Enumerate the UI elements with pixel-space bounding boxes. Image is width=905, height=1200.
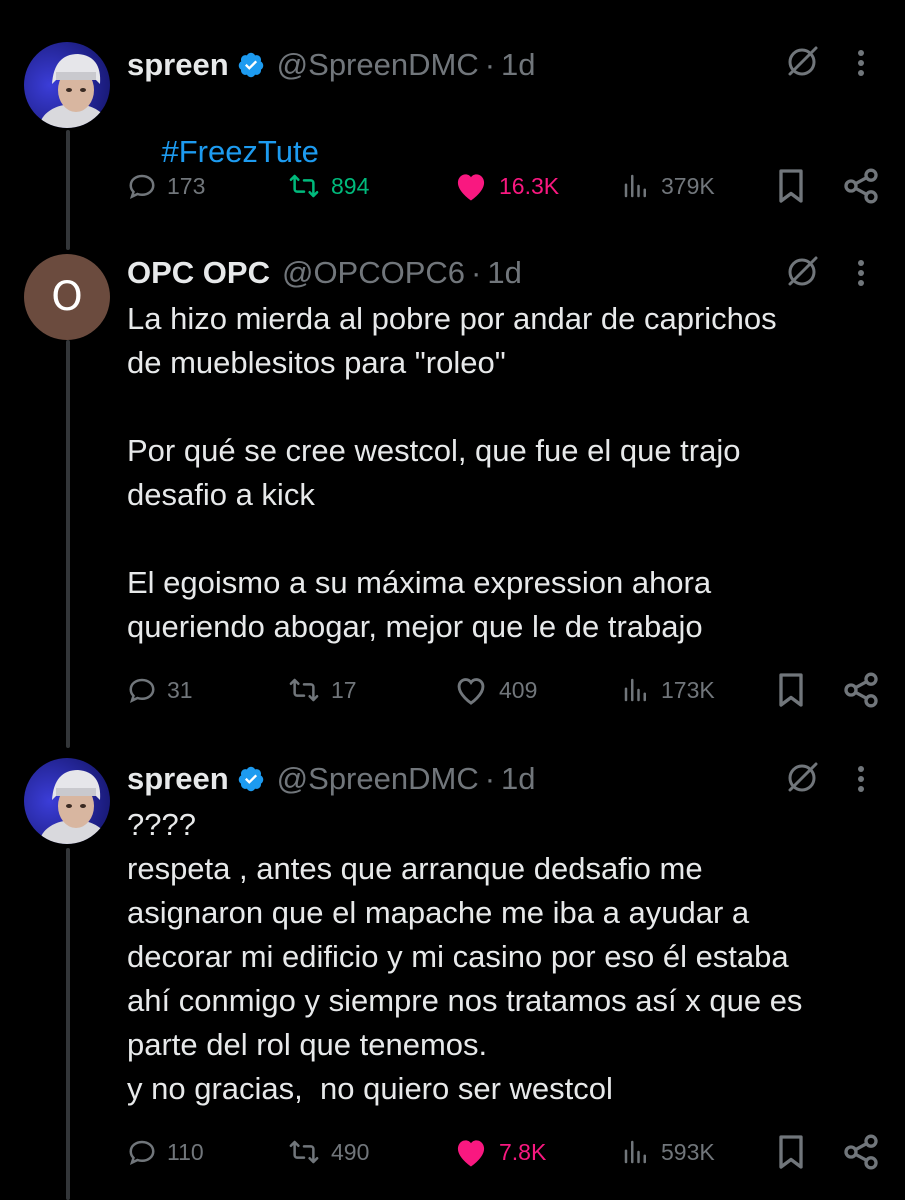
heart-icon — [457, 1140, 485, 1167]
user-handle[interactable]: @OPCOPC6 — [282, 255, 465, 291]
retweet-button[interactable]: 894 — [287, 164, 369, 208]
views-bar-chart-icon — [624, 1140, 646, 1164]
tweet-actions: 31 17 409 173K — [127, 668, 887, 712]
like-count: 16.3K — [499, 172, 560, 199]
share-icon[interactable] — [841, 166, 881, 206]
timestamp[interactable]: 1d — [501, 761, 535, 797]
timestamp[interactable]: 1d — [487, 255, 521, 291]
retweet-icon — [289, 1140, 319, 1164]
retweet-icon — [289, 678, 319, 702]
views-button[interactable]: 173K — [621, 668, 715, 712]
like-button[interactable]: 409 — [453, 668, 537, 712]
view-count: 379K — [661, 172, 715, 199]
bookmark-icon[interactable] — [771, 166, 811, 206]
bookmark-icon[interactable] — [771, 1132, 811, 1172]
more-vertical-icon[interactable] — [846, 46, 876, 80]
grok-icon[interactable] — [784, 44, 820, 80]
reply-count: 110 — [167, 1138, 204, 1165]
separator-dot: · — [484, 47, 496, 82]
views-bar-chart-icon — [624, 678, 646, 702]
reply-bubble-icon — [129, 678, 155, 703]
tweet-header: spreen @SpreenDMC · 1d — [127, 42, 536, 88]
views-button[interactable]: 593K — [621, 1130, 715, 1174]
tweet-text: La hizo mierda al pobre por andar de cap… — [127, 301, 777, 644]
reply-count: 31 — [167, 676, 193, 703]
verified-badge-icon — [238, 766, 263, 792]
avatar[interactable] — [24, 758, 110, 844]
reply-bubble-icon — [129, 1140, 155, 1165]
reply-button[interactable]: 173 — [127, 164, 205, 208]
like-button[interactable]: 16.3K — [453, 164, 559, 208]
avatar[interactable] — [24, 42, 110, 128]
tweet-actions: 110 490 7.8K 593K — [127, 1130, 887, 1174]
profile-photo — [24, 42, 110, 128]
grok-icon[interactable] — [784, 760, 820, 796]
retweet-button[interactable]: 490 — [287, 1130, 369, 1174]
like-button[interactable]: 7.8K — [453, 1130, 546, 1174]
views-bar-chart-icon — [624, 174, 646, 198]
tweet[interactable]: spreen @SpreenDMC · 1d ???? respeta , an… — [0, 756, 905, 1196]
share-icon[interactable] — [841, 1132, 881, 1172]
tweet-header: OPC OPC @OPCOPC6 · 1d — [127, 250, 522, 296]
reply-button[interactable]: 31 — [127, 668, 193, 712]
retweet-count: 490 — [331, 1138, 370, 1165]
retweet-count: 894 — [331, 172, 370, 199]
like-count: 409 — [499, 676, 538, 703]
heart-icon — [457, 678, 485, 705]
display-name[interactable]: OPC OPC — [127, 255, 270, 291]
display-name[interactable]: spreen — [127, 47, 229, 83]
tweet[interactable]: O OPC OPC @OPCOPC6 · 1d La hizo mierda a… — [0, 250, 905, 720]
bookmark-icon[interactable] — [771, 670, 811, 710]
like-count: 7.8K — [499, 1138, 547, 1165]
avatar[interactable]: O — [24, 254, 110, 340]
verified-badge-icon — [238, 52, 263, 78]
view-count: 593K — [661, 1138, 715, 1165]
display-name[interactable]: spreen — [127, 761, 229, 797]
view-count: 173K — [661, 676, 715, 703]
retweet-icon — [289, 174, 319, 198]
heart-icon — [457, 174, 485, 201]
retweet-count: 17 — [331, 676, 357, 703]
timestamp[interactable]: 1d — [501, 47, 535, 83]
retweet-button[interactable]: 17 — [287, 668, 357, 712]
tweet-text: ???? respeta , antes que arranque dedsaf… — [127, 807, 803, 1106]
tweet-header: spreen @SpreenDMC · 1d — [127, 756, 536, 802]
separator-dot: · — [484, 761, 496, 796]
more-vertical-icon[interactable] — [846, 762, 876, 796]
avatar-letter: O — [51, 274, 83, 320]
profile-photo — [24, 758, 110, 844]
reply-button[interactable]: 110 — [127, 1130, 204, 1174]
views-button[interactable]: 379K — [621, 164, 715, 208]
more-vertical-icon[interactable] — [846, 256, 876, 290]
grok-icon[interactable] — [784, 254, 820, 290]
separator-dot: · — [471, 255, 482, 290]
tweet[interactable]: spreen @SpreenDMC · 1d #FreezTute 173 89… — [0, 40, 905, 240]
share-icon[interactable] — [841, 670, 881, 710]
user-handle[interactable]: @SpreenDMC — [277, 47, 479, 83]
reply-count: 173 — [167, 172, 206, 199]
tweet-actions: 173 894 16.3K 379K — [127, 164, 887, 208]
user-handle[interactable]: @SpreenDMC — [277, 761, 479, 797]
reply-bubble-icon — [129, 174, 155, 199]
